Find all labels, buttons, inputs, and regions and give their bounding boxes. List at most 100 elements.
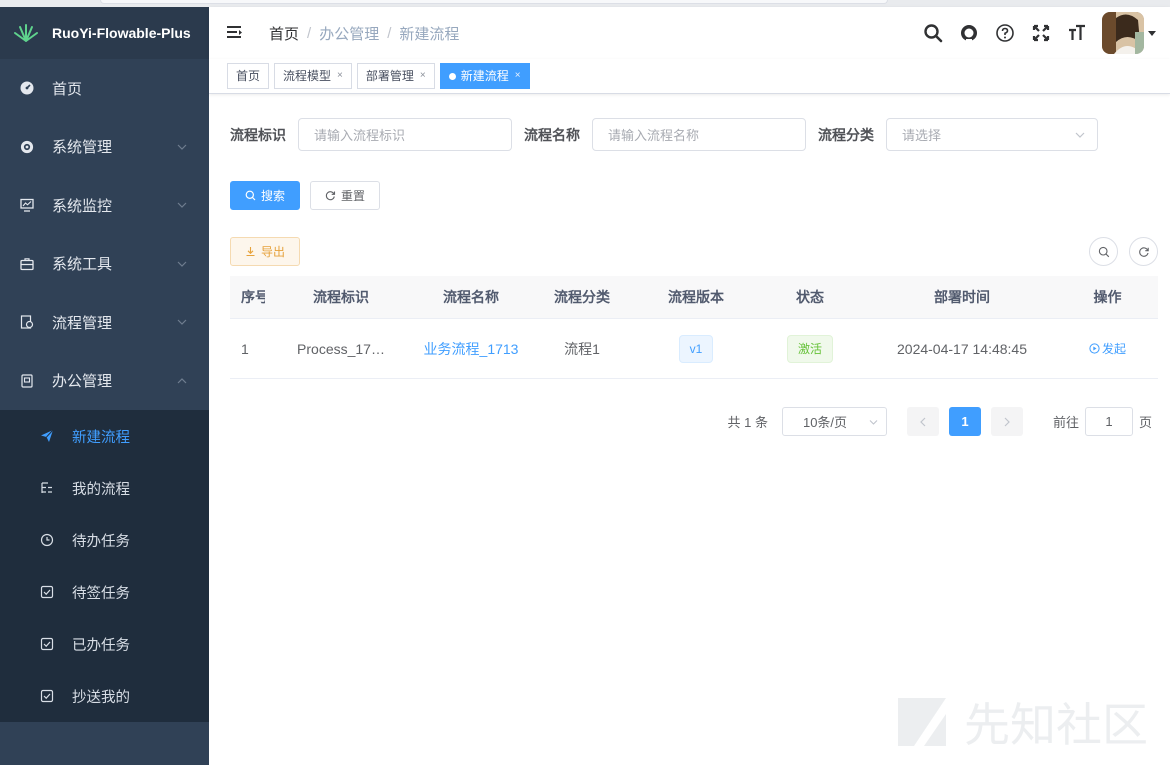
watermark-logo-icon: [898, 698, 946, 746]
sidebar-item-flow[interactable]: 流程管理: [0, 293, 209, 352]
toggle-search-button[interactable]: [1089, 237, 1118, 266]
app-title: RuoYi-Flowable-Plus: [52, 25, 191, 41]
navbar: 首页 / 办公管理 / 新建流程: [209, 7, 1170, 59]
sidebar-item-label: 待签任务: [72, 585, 130, 602]
watermark: 先知社区: [894, 689, 1148, 755]
goto-page-input[interactable]: [1084, 407, 1133, 436]
process-key-input[interactable]: 请输入流程标识: [298, 118, 512, 151]
caret-down-icon[interactable]: [1148, 29, 1156, 37]
column-header: 部署时间: [934, 289, 990, 305]
tag-label: 流程模型: [283, 69, 332, 83]
export-button-label: 导出: [261, 245, 286, 259]
logo-icon: [14, 24, 38, 42]
search-icon[interactable]: [922, 22, 944, 44]
chevron-down-icon: [177, 202, 187, 209]
sidebar-item-label: 待办任务: [72, 533, 130, 550]
start-process-button[interactable]: 发起: [1089, 340, 1126, 357]
navbar-right-menu: [908, 7, 1156, 59]
action-cell: 发起: [1057, 340, 1158, 357]
tag-new-process[interactable]: 新建流程 ×: [439, 63, 530, 89]
sidebar-item-label: 首页: [52, 80, 83, 98]
process-name-link[interactable]: 业务流程_1713: [424, 341, 519, 357]
page-suffix: 页: [1138, 415, 1152, 430]
font-size-icon[interactable]: [1066, 22, 1088, 44]
process-version-cell: v1: [639, 334, 753, 363]
deploy-time-cell: 2024-04-17 14:48:45: [897, 340, 1027, 357]
watermark-text: 先知社区: [964, 698, 1148, 752]
tag-process-model[interactable]: 流程模型 ×: [274, 63, 352, 89]
sidebar-item-finished[interactable]: 已办任务: [0, 618, 209, 670]
page-number-button[interactable]: 1: [948, 407, 981, 436]
sidebar-item-todo[interactable]: 待办任务: [0, 514, 209, 566]
sidebar-item-new-process[interactable]: 新建流程: [0, 410, 209, 462]
close-icon[interactable]: ×: [515, 64, 521, 88]
gear-icon: [20, 140, 34, 154]
table-row: 1 Process_17… 业务流程_1713 流程1 v1 激活 2024-0…: [230, 319, 1158, 379]
help-icon[interactable]: [994, 22, 1016, 44]
version-badge: v1: [678, 334, 714, 363]
sidebar-item-label: 我的流程: [72, 481, 130, 498]
status-cell: 激活: [753, 334, 867, 363]
refresh-icon: [1138, 246, 1149, 257]
table-toolbar: 导出: [230, 237, 1158, 266]
chrome-tab-strip: [100, 0, 888, 4]
process-category-cell: 流程1: [564, 340, 600, 357]
chevron-up-icon: [177, 377, 187, 384]
process-category-select[interactable]: 请选择: [886, 118, 1098, 151]
fullscreen-icon[interactable]: [1030, 22, 1052, 44]
next-page-button[interactable]: [990, 407, 1023, 436]
sidebar-item-tools[interactable]: 系统工具: [0, 235, 209, 294]
tag-label: 首页: [236, 69, 261, 83]
process-name-cell: 业务流程_1713: [417, 339, 525, 359]
sidebar-item-label: 新建流程: [72, 429, 130, 446]
column-header: 序号: [241, 289, 265, 305]
sidebar-item-home[interactable]: 首页: [0, 59, 209, 118]
process-key-label: 流程标识: [230, 126, 286, 143]
breadcrumb-separator: /: [387, 24, 392, 42]
github-icon[interactable]: [958, 22, 980, 44]
search-icon: [1098, 246, 1109, 257]
list-icon: [40, 481, 54, 495]
sidebar-item-claim[interactable]: 待签任务: [0, 566, 209, 618]
sidebar-item-label: 系统管理: [52, 139, 113, 157]
process-table: 序号 流程标识 流程名称 流程分类 流程版本 状态 部署时间 操作 1 Proc…: [230, 276, 1158, 379]
play-circle-icon: [1089, 343, 1100, 354]
process-name-input[interactable]: 请输入流程名称: [592, 118, 806, 151]
checkbox-icon: [40, 637, 54, 651]
refresh-table-button[interactable]: [1129, 237, 1158, 266]
app-root: RuoYi-Flowable-Plus 首页 系统管理 系统监控 系统工具 流程…: [0, 0, 1170, 765]
monitor-icon: [20, 198, 34, 212]
sidebar-item-label: 已办任务: [72, 637, 130, 654]
sidebar-item-system[interactable]: 系统管理: [0, 118, 209, 177]
reset-button[interactable]: 重置: [310, 181, 381, 210]
hamburger-icon[interactable]: [225, 23, 245, 43]
toolbox-icon: [20, 257, 34, 271]
sidebar-logo[interactable]: RuoYi-Flowable-Plus: [0, 7, 209, 59]
avatar[interactable]: [1102, 12, 1144, 54]
search-button[interactable]: 搜索: [230, 181, 301, 210]
sidebar-item-copy[interactable]: 抄送我的: [0, 670, 209, 722]
tag-label: 部署管理: [365, 69, 414, 83]
close-icon[interactable]: ×: [337, 64, 343, 88]
tag-home[interactable]: 首页: [227, 63, 270, 89]
process-key-placeholder: 请输入流程标识: [314, 128, 406, 143]
chevron-down-icon: [177, 144, 187, 150]
chevron-down-icon: [1075, 132, 1085, 138]
page-size-select[interactable]: 10条/页: [781, 407, 887, 436]
sidebar-item-label: 抄送我的: [72, 689, 130, 706]
sidebar-item-monitor[interactable]: 系统监控: [0, 176, 209, 235]
sidebar-item-office[interactable]: 办公管理: [0, 352, 209, 411]
page-size-value: 10条/页: [802, 415, 848, 430]
export-button[interactable]: 导出: [230, 237, 301, 266]
flow-icon: [20, 315, 34, 329]
tag-deploy-manage[interactable]: 部署管理 ×: [356, 63, 435, 89]
sidebar-item-label: 系统工具: [52, 256, 113, 274]
close-icon[interactable]: ×: [420, 64, 426, 88]
breadcrumb-item: 新建流程: [399, 25, 460, 43]
breadcrumb-item[interactable]: 首页: [269, 23, 299, 44]
send-icon: [40, 429, 54, 443]
sidebar-item-label: 办公管理: [52, 373, 113, 391]
reset-button-label: 重置: [341, 189, 366, 203]
prev-page-button[interactable]: [906, 407, 939, 436]
sidebar-item-my-process[interactable]: 我的流程: [0, 462, 209, 514]
